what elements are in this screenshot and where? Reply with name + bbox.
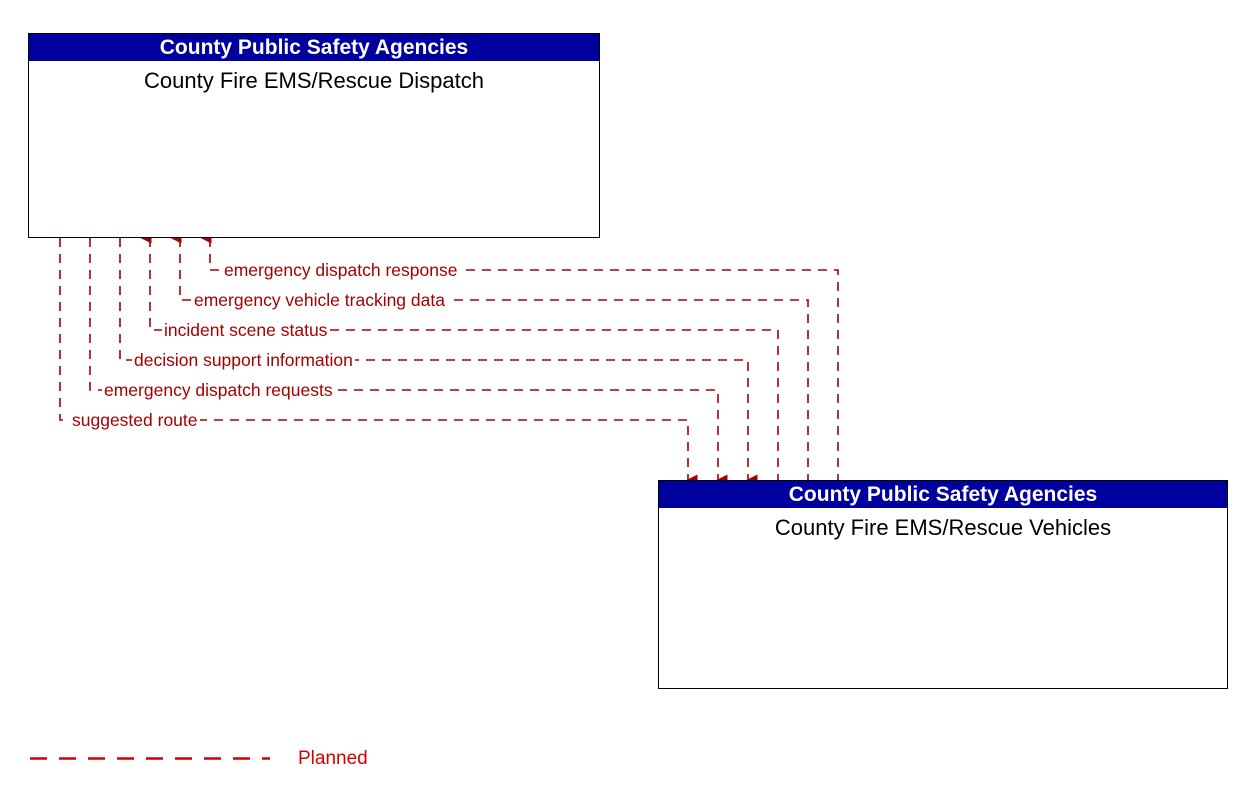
- flow-label: emergency dispatch requests: [102, 380, 335, 400]
- interface-diagram: County Public Safety Agencies County Fir…: [0, 0, 1252, 808]
- legend: Planned: [30, 748, 430, 782]
- entity-box-county-fire-ems-rescue-vehicles[interactable]: County Public Safety Agencies County Fir…: [658, 480, 1228, 689]
- flow-label: incident scene status: [162, 320, 330, 340]
- flow-label: decision support information: [132, 350, 355, 370]
- entity-title-dispatch: County Fire EMS/Rescue Dispatch: [144, 68, 484, 93]
- legend-label-planned: Planned: [298, 748, 368, 769]
- legend-line-planned: [30, 757, 270, 760]
- flow-label: emergency vehicle tracking data: [192, 290, 447, 310]
- flow-label: emergency dispatch response: [222, 260, 460, 280]
- entity-box-county-fire-ems-rescue-dispatch[interactable]: County Public Safety Agencies County Fir…: [28, 33, 600, 238]
- entity-header-vehicles: County Public Safety Agencies: [659, 481, 1227, 508]
- flow-label: suggested route: [70, 410, 200, 430]
- entity-title-vehicles: County Fire EMS/Rescue Vehicles: [774, 515, 1112, 540]
- entity-header-dispatch: County Public Safety Agencies: [29, 34, 599, 61]
